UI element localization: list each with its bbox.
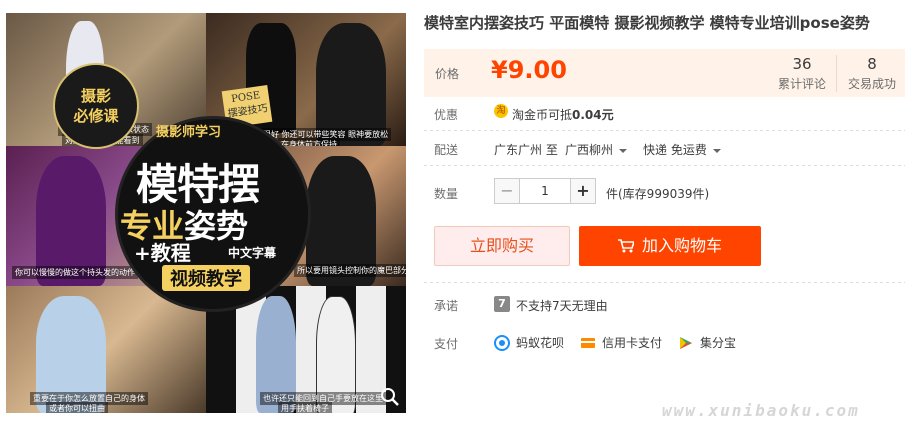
promo-text: 淘金币可抵0.04元 bbox=[512, 106, 614, 123]
payment-method-credit-card[interactable]: 信用卡支付 bbox=[580, 334, 662, 351]
shipping-method-dropdown[interactable]: 快递 免运费 bbox=[643, 141, 721, 158]
reviews-count: 36 bbox=[792, 55, 812, 73]
image-caption: 所以要用镜头控制你的魔巴部分 bbox=[294, 264, 406, 277]
badge-line: 摄影 bbox=[80, 87, 111, 105]
site-watermark: www.xunibaoku.com bbox=[662, 401, 860, 420]
overlay-chinese-sub: 中文字幕 bbox=[228, 246, 277, 260]
promo-prefix: 淘金币可抵 bbox=[512, 108, 573, 122]
quantity-decrease-button[interactable]: − bbox=[494, 178, 520, 204]
payment-method-label: 集分宝 bbox=[700, 336, 737, 350]
product-title: 模特室内摆姿技巧 平面模特 摄影视频教学 模特专业培训pose姿势 bbox=[424, 14, 870, 32]
payment-method-huabei[interactable]: 蚂蚁花呗 bbox=[494, 334, 564, 351]
image-caption: 用手扶着椅子 bbox=[278, 402, 332, 413]
overlay-pro-b: 姿势 bbox=[184, 207, 249, 245]
sold-stat: 8 交易成功 bbox=[836, 55, 907, 92]
image-caption: 你可以慢慢的做这个持头发的动作 bbox=[12, 266, 138, 279]
promo-label: 优惠 bbox=[434, 108, 459, 122]
shipping-label: 配送 bbox=[434, 143, 459, 157]
huabei-icon bbox=[494, 334, 510, 351]
promise-label: 承诺 bbox=[434, 299, 459, 313]
image-caption: 或者你可以扭曲 bbox=[46, 402, 108, 413]
jifenbao-icon bbox=[680, 336, 692, 349]
quantity-increase-button[interactable]: + bbox=[570, 178, 596, 204]
overlay-video-label: 视频教学 bbox=[162, 265, 250, 291]
promo-amount: 0.04元 bbox=[572, 108, 614, 122]
sold-label: 交易成功 bbox=[847, 77, 896, 91]
divider bbox=[424, 130, 905, 131]
sold-count: 8 bbox=[867, 55, 877, 73]
quantity-label: 数量 bbox=[434, 187, 459, 201]
credit-card-icon bbox=[581, 337, 595, 348]
add-to-cart-button[interactable]: 加入购物车 bbox=[579, 226, 761, 266]
divider bbox=[424, 282, 905, 283]
promise-text[interactable]: 不支持7天无理由 bbox=[516, 297, 608, 314]
zoom-icon[interactable] bbox=[380, 387, 400, 407]
reviews-label: 累计评论 bbox=[777, 77, 826, 91]
add-to-cart-label: 加入购物车 bbox=[641, 236, 722, 255]
badge-line: 必修课 bbox=[73, 107, 119, 125]
payment-method-label: 蚂蚁花呗 bbox=[516, 336, 565, 350]
cart-icon bbox=[617, 239, 634, 253]
overlay-tutorial: +教程 bbox=[134, 241, 191, 265]
shipping-to: 广西柳州 bbox=[565, 143, 614, 157]
quantity-input[interactable]: 1 bbox=[519, 178, 571, 204]
shipping-to-dropdown[interactable]: 广西柳州 bbox=[565, 141, 628, 158]
chevron-down-icon bbox=[712, 148, 721, 153]
chevron-down-icon bbox=[619, 148, 628, 153]
overlay-subtitle: 摄影师学习 bbox=[156, 125, 222, 140]
image-tile-5: 重要在于你怎么放置自己的身体 或者你可以扭曲 bbox=[6, 286, 206, 413]
price-value: ¥9.00 bbox=[491, 56, 567, 84]
reviews-stat[interactable]: 36 累计评论 bbox=[762, 55, 842, 92]
payment-label: 支付 bbox=[434, 337, 459, 351]
product-main-image[interactable]: 你的手臂也开始进入状态 对照镜头 你就能看到 很好 你还可以带些笑容 眼神要放松… bbox=[6, 13, 406, 413]
divider bbox=[424, 165, 905, 166]
price-label: 价格 bbox=[435, 67, 460, 81]
seven-day-icon: 7 bbox=[494, 296, 510, 312]
payment-method-jifenbao[interactable]: 集分宝 bbox=[678, 334, 736, 351]
buy-now-button[interactable]: 立即购买 bbox=[434, 226, 570, 266]
badge-must-learn: 摄影 必修课 bbox=[53, 63, 139, 149]
payment-method-label: 信用卡支付 bbox=[602, 336, 663, 350]
stock-text: 件(库存999039件) bbox=[606, 187, 710, 201]
shipping-method: 快递 免运费 bbox=[643, 143, 707, 157]
price-box: 价格 ¥9.00 36 累计评论 8 交易成功 bbox=[424, 49, 905, 97]
taobao-coin-icon: 淘 bbox=[494, 104, 508, 118]
shipping-from: 广东广州 至 bbox=[494, 143, 558, 157]
